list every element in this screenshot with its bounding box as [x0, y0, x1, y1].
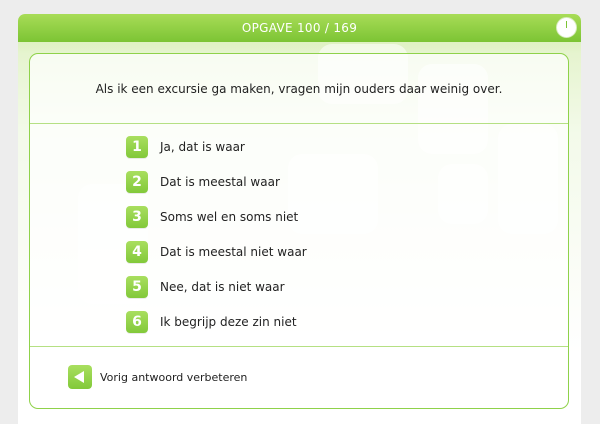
answer-option-2[interactable]: 2 Dat is meestal waar — [126, 169, 426, 195]
answer-number-badge[interactable]: 6 — [126, 311, 148, 333]
clock-icon — [556, 17, 577, 38]
answer-label[interactable]: Soms wel en soms niet — [160, 210, 298, 224]
previous-answer-button[interactable]: Vorig antwoord verbeteren — [68, 365, 247, 389]
quiz-header: OPGAVE 100 / 169 — [18, 14, 581, 42]
answer-number-badge[interactable]: 1 — [126, 136, 148, 158]
answer-label[interactable]: Dat is meestal waar — [160, 175, 280, 189]
answer-label[interactable]: Ja, dat is waar — [160, 140, 245, 154]
answer-option-1[interactable]: 1 Ja, dat is waar — [126, 134, 426, 160]
answer-option-3[interactable]: 3 Soms wel en soms niet — [126, 204, 426, 230]
answer-label[interactable]: Ik begrijp deze zin niet — [160, 315, 297, 329]
quiz-footer: Vorig antwoord verbeteren — [30, 346, 568, 408]
answer-label[interactable]: Dat is meestal niet waar — [160, 245, 307, 259]
answer-number-badge[interactable]: 5 — [126, 276, 148, 298]
question-text: Als ik een excursie ga maken, vragen mij… — [30, 54, 568, 124]
arrow-left-icon[interactable] — [68, 365, 92, 389]
previous-answer-label[interactable]: Vorig antwoord verbeteren — [100, 371, 247, 384]
quiz-window: OPGAVE 100 / 169 Als ik een excursie ga … — [18, 14, 581, 424]
question-counter: OPGAVE 100 / 169 — [241, 21, 358, 35]
answer-number-badge[interactable]: 3 — [126, 206, 148, 228]
answer-option-4[interactable]: 4 Dat is meestal niet waar — [126, 239, 426, 265]
answer-number-badge[interactable]: 4 — [126, 241, 148, 263]
answer-option-6[interactable]: 6 Ik begrijp deze zin niet — [126, 309, 426, 335]
answer-list: 1 Ja, dat is waar 2 Dat is meestal waar … — [126, 134, 426, 344]
answer-label[interactable]: Nee, dat is niet waar — [160, 280, 285, 294]
answer-option-5[interactable]: 5 Nee, dat is niet waar — [126, 274, 426, 300]
answer-number-badge[interactable]: 2 — [126, 171, 148, 193]
question-card: Als ik een excursie ga maken, vragen mij… — [29, 53, 569, 409]
